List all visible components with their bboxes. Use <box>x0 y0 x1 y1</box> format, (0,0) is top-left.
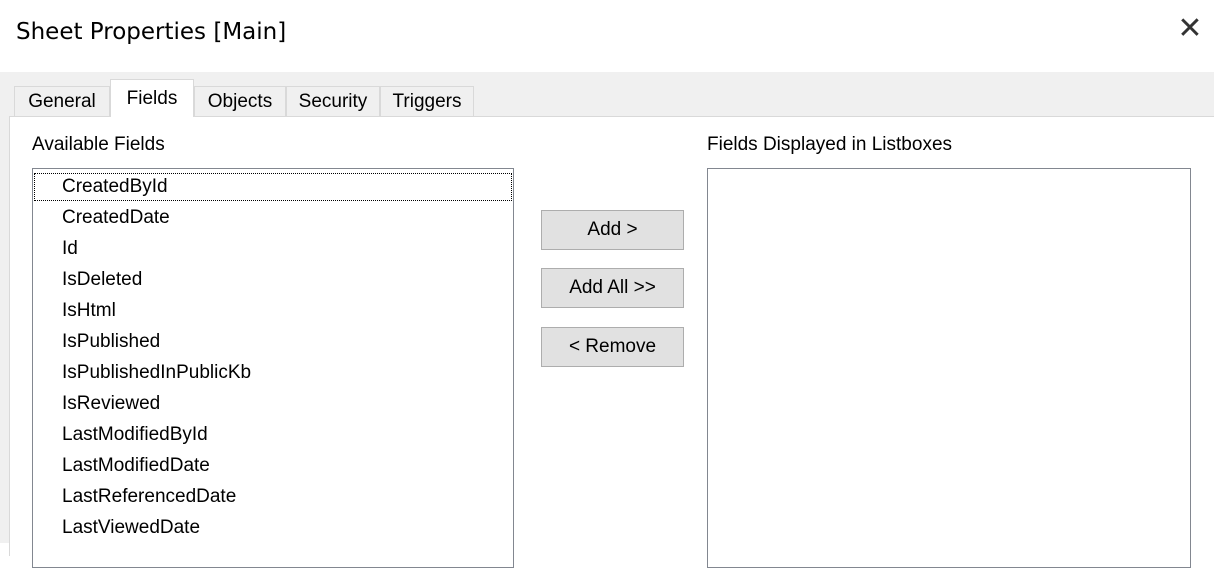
list-item[interactable]: IsPublishedInPublicKb <box>34 359 251 387</box>
list-item[interactable]: IsReviewed <box>34 390 160 418</box>
list-item[interactable]: LastReferencedDate <box>34 483 236 511</box>
fields-tab-panel: Available Fields CreatedById CreatedDate… <box>9 116 1214 568</box>
close-icon[interactable]: ✕ <box>1172 10 1208 46</box>
dialog-title: Sheet Properties [Main] <box>16 19 287 45</box>
tab-fields[interactable]: Fields <box>110 79 194 117</box>
displayed-fields-label: Fields Displayed in Listboxes <box>707 134 953 155</box>
list-item[interactable]: IsHtml <box>34 297 116 325</box>
list-item[interactable]: CreatedDate <box>34 204 170 232</box>
list-item[interactable]: IsPublished <box>34 328 160 356</box>
tab-security[interactable]: Security <box>286 86 380 116</box>
remove-button[interactable]: < Remove <box>541 327 684 367</box>
add-all-button[interactable]: Add All >> <box>541 268 684 308</box>
tab-objects[interactable]: Objects <box>194 86 286 116</box>
dialog-body: General Fields Objects Security Triggers… <box>0 72 1214 568</box>
available-fields-list[interactable]: CreatedById CreatedDate Id IsDeleted IsH… <box>32 168 514 568</box>
available-fields-label: Available Fields <box>32 134 165 155</box>
list-item[interactable]: Id <box>34 235 78 263</box>
list-item[interactable]: LastModifiedDate <box>34 452 210 480</box>
tab-general[interactable]: General <box>14 86 110 116</box>
displayed-fields-list[interactable] <box>707 168 1191 568</box>
title-bar: Sheet Properties [Main] ✕ <box>0 0 1214 72</box>
list-item[interactable]: IsDeleted <box>34 266 142 294</box>
list-item[interactable]: LastModifiedById <box>34 421 208 449</box>
sheet-properties-dialog: Sheet Properties [Main] ✕ General Fields… <box>0 0 1214 568</box>
list-item[interactable]: LastViewedDate <box>34 514 200 542</box>
add-button[interactable]: Add > <box>541 210 684 250</box>
tab-triggers[interactable]: Triggers <box>380 86 474 116</box>
list-item[interactable]: CreatedById <box>34 173 512 201</box>
